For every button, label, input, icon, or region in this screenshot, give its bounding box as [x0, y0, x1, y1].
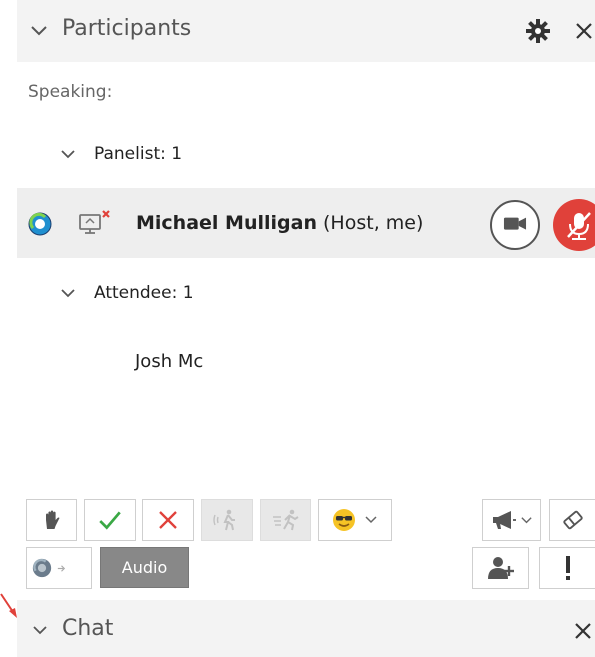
megaphone-icon — [492, 511, 516, 529]
mute-button[interactable] — [553, 199, 595, 251]
chevron-down-icon[interactable] — [32, 622, 48, 638]
emoji-sunglasses-icon — [333, 509, 355, 531]
chevron-down-icon — [61, 289, 75, 298]
reject-button[interactable] — [142, 499, 194, 541]
add-person-icon — [487, 557, 514, 579]
raise-hand-button[interactable] — [26, 499, 77, 541]
annotation-arrow-icon — [0, 593, 17, 618]
invite-button[interactable] — [472, 547, 529, 589]
erase-button[interactable] — [549, 499, 595, 541]
chevron-down-icon — [520, 516, 532, 523]
alert-button[interactable] — [539, 547, 595, 589]
audio-button[interactable]: Audio — [100, 547, 189, 588]
close-icon[interactable] — [573, 20, 595, 42]
chat-header[interactable]: Chat — [17, 600, 595, 657]
video-camera-icon — [503, 217, 527, 230]
host-name-text: Michael Mulligan (Host, me) — [136, 212, 423, 234]
screen-share-off-icon — [79, 210, 110, 234]
connection-status-icon — [32, 558, 52, 578]
emoji-reaction-dropdown[interactable] — [318, 499, 392, 541]
host-role: (Host, me) — [323, 212, 424, 234]
gear-icon[interactable] — [525, 18, 551, 44]
arrow-right-icon — [57, 564, 66, 572]
participant-row-host[interactable]: Michael Mulligan (Host, me) — [17, 188, 595, 258]
chevron-down-icon[interactable] — [30, 22, 48, 40]
chat-title: Chat — [62, 616, 114, 641]
video-button[interactable] — [490, 200, 540, 250]
participants-header[interactable]: Participants — [17, 0, 595, 62]
connection-status-icon — [28, 212, 52, 236]
speaking-label: Speaking: — [28, 82, 113, 102]
go-faster-icon — [272, 509, 299, 531]
participants-title: Participants — [62, 16, 192, 41]
microphone-muted-icon — [567, 212, 591, 240]
attendee-group-toggle[interactable]: Attendee: 1 — [60, 283, 194, 303]
go-faster-button[interactable] — [260, 499, 311, 541]
chevron-down-icon — [61, 150, 75, 159]
go-slower-icon — [213, 509, 235, 531]
eraser-icon — [562, 510, 583, 530]
attendee-group-label: Attendee: 1 — [94, 283, 194, 303]
host-name: Michael Mulligan — [136, 212, 317, 234]
panelist-group-toggle[interactable]: Panelist: 1 — [60, 144, 182, 164]
go-slower-button[interactable] — [201, 499, 253, 541]
close-icon[interactable] — [573, 621, 593, 641]
megaphone-dropdown[interactable] — [482, 499, 541, 541]
participant-row-attendee[interactable]: Josh Mc — [135, 351, 203, 372]
connection-status-dropdown[interactable] — [26, 547, 92, 589]
chevron-down-icon — [365, 516, 377, 524]
alert-icon — [565, 556, 570, 580]
panelist-group-label: Panelist: 1 — [94, 144, 183, 164]
participants-panel: Participants Speaking: Panelist: 1 Micha… — [0, 0, 595, 657]
approve-button[interactable] — [84, 499, 136, 541]
raise-hand-icon — [45, 510, 59, 529]
x-mark-icon — [159, 511, 177, 529]
checkmark-icon — [99, 511, 121, 530]
